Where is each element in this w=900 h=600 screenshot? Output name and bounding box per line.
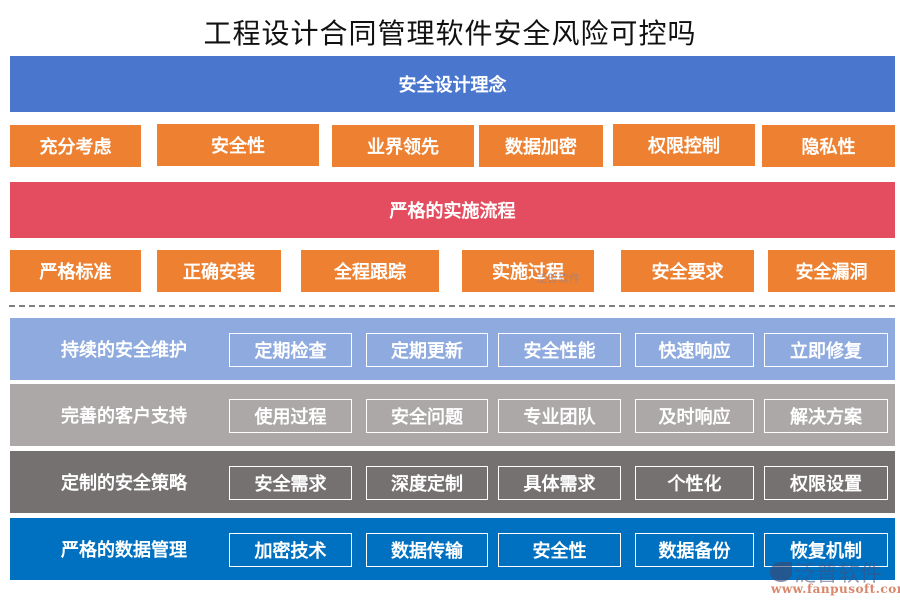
row-item: 安全性能: [498, 333, 621, 367]
row-label: 持续的安全维护: [61, 340, 187, 361]
chip-impl-1: 严格标准: [10, 250, 141, 292]
row-item: 深度定制: [366, 466, 488, 500]
row-item: 数据备份: [635, 533, 754, 567]
row-label: 定制的安全策略: [61, 473, 187, 494]
chip-design-2: 安全性: [157, 124, 319, 166]
chip-design-3: 业界领先: [332, 125, 474, 167]
fanpu-logo-icon: [770, 562, 792, 582]
row-item: 使用过程: [229, 399, 352, 433]
chip-design-5: 权限控制: [613, 124, 755, 166]
row-security-maintenance: 持续的安全维护 定期检查 定期更新 安全性能 快速响应 立即修复: [10, 318, 895, 380]
row-label: 完善的客户支持: [61, 406, 187, 427]
row-label: 严格的数据管理: [61, 540, 187, 561]
chip-design-1: 充分考虑: [10, 125, 141, 167]
row-item: 安全需求: [229, 466, 352, 500]
chip-design-4: 数据加密: [479, 125, 603, 167]
row-item: 定期更新: [366, 333, 488, 367]
row-item: 定期检查: [229, 333, 352, 367]
row-item: 数据传输: [366, 533, 488, 567]
chip-impl-3: 全程跟踪: [301, 250, 439, 292]
row-data-management: 严格的数据管理 加密技术 数据传输 安全性 数据备份 恢复机制: [10, 518, 895, 580]
section-header-implementation: 严格的实施流程: [10, 182, 895, 238]
row-item: 权限设置: [764, 466, 888, 500]
chip-impl-2: 正确安装: [157, 250, 281, 292]
row-custom-strategy: 定制的安全策略 安全需求 深度定制 具体需求 个性化 权限设置: [10, 451, 895, 513]
dashed-divider: [9, 305, 895, 307]
row-item: 专业团队: [498, 399, 621, 433]
chip-impl-6: 安全漏洞: [768, 250, 895, 292]
watermark-url: www.fanpusoft.com: [771, 582, 900, 596]
row-item: 安全性: [498, 533, 621, 567]
row-item: 快速响应: [635, 333, 754, 367]
row-item: 个性化: [635, 466, 754, 500]
watermark-center: 泛普软件: [536, 272, 580, 285]
row-item: 加密技术: [229, 533, 352, 567]
row-item: 解决方案: [764, 399, 888, 433]
row-item: 立即修复: [764, 333, 888, 367]
page-title: 工程设计合同管理软件安全风险可控吗: [203, 17, 697, 50]
row-item: 及时响应: [635, 399, 754, 433]
chip-impl-5: 安全要求: [621, 250, 754, 292]
chip-design-6: 隐私性: [762, 125, 895, 167]
row-item: 安全问题: [366, 399, 488, 433]
row-item: 具体需求: [498, 466, 621, 500]
row-customer-support: 完善的客户支持 使用过程 安全问题 专业团队 及时响应 解决方案: [10, 384, 895, 446]
section-header-design-philosophy: 安全设计理念: [10, 56, 895, 112]
